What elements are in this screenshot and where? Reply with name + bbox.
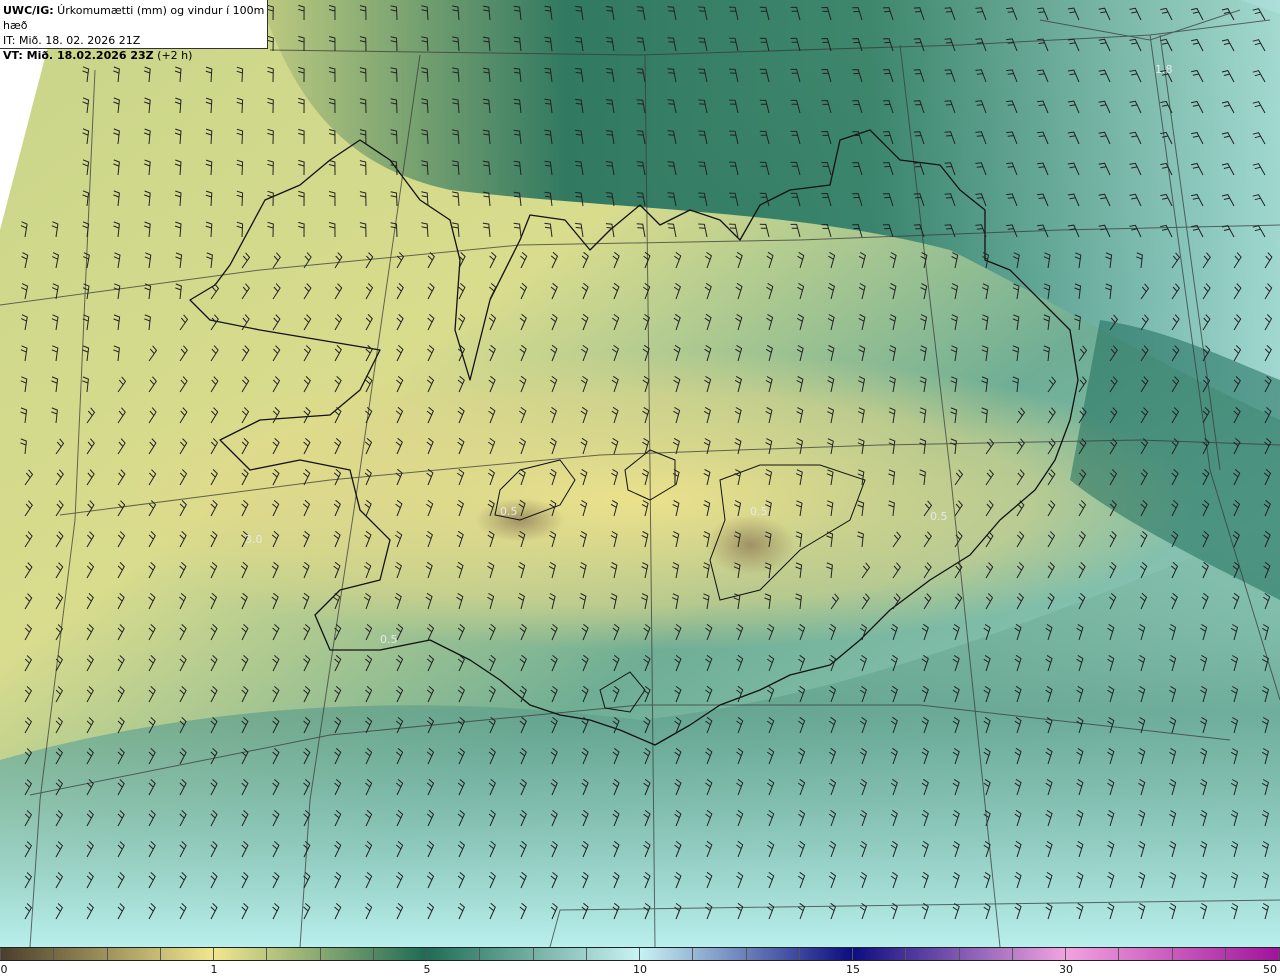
- colorbar-tick: [905, 948, 906, 960]
- colorbar-tick: [53, 948, 54, 960]
- colorbar-tick: [533, 948, 534, 960]
- value-label: 1.8: [1155, 63, 1173, 76]
- colorbar-label: 1: [210, 963, 218, 976]
- colorbar-tick: [479, 948, 480, 960]
- colorbar-tick: [160, 948, 161, 960]
- valid-offset: (+2 h): [153, 49, 193, 62]
- value-label: 0.5: [930, 510, 948, 523]
- precipitable-water-map: 3.0 0.5 0.5 0.5 0.5 1.8: [0, 0, 1280, 947]
- map-header: UWC/IG: Úrkomumætti (mm) og vindur í 100…: [0, 0, 268, 62]
- colorbar-tick: [1278, 948, 1279, 960]
- colorbar-label: 10: [633, 963, 647, 976]
- colorbar-tick: [692, 948, 693, 960]
- colorbar-tick: [799, 948, 800, 960]
- colorbar-tick: [266, 948, 267, 960]
- valid-time: Mið. 18.02.2026 23Z: [22, 49, 154, 62]
- colorbar-scale: [0, 947, 1280, 961]
- valid-time-line: VT: Mið. 18.02.2026 23Z (+2 h): [3, 48, 267, 63]
- colorbar-tick: [0, 948, 1, 960]
- colorbar-label: 5: [423, 963, 431, 976]
- colorbar-label: 0: [0, 963, 8, 976]
- value-label: 0.5: [380, 633, 398, 646]
- init-time-line: IT: Mið. 18. 02. 2026 21Z: [3, 33, 267, 48]
- valid-prefix: VT:: [3, 49, 23, 62]
- colorbar-tick: [1012, 948, 1013, 960]
- init-prefix: IT:: [3, 34, 16, 47]
- colorbar-tick: [320, 948, 321, 960]
- value-label: 0.5: [500, 505, 518, 518]
- colorbar-tick: [373, 948, 374, 960]
- colorbar-tick: [1172, 948, 1173, 960]
- colorbar-tick: [852, 948, 853, 960]
- colorbar-tick: [1065, 948, 1066, 960]
- colorbar-tick: [1118, 948, 1119, 960]
- colorbar-tick: [107, 948, 108, 960]
- colorbar-tick: [586, 948, 587, 960]
- title-line: UWC/IG: Úrkomumætti (mm) og vindur í 100…: [3, 3, 267, 33]
- colorbar-tick: [639, 948, 640, 960]
- value-label: 0.5: [750, 505, 768, 518]
- colorbar-label: 50: [1263, 963, 1277, 976]
- value-label: 3.0: [245, 533, 263, 546]
- colorbar-tick: [959, 948, 960, 960]
- colorbar-tick: [746, 948, 747, 960]
- colorbar-legend: 0 1 5 10 15 30 50: [0, 947, 1280, 978]
- init-time: Mið. 18. 02. 2026 21Z: [15, 34, 141, 47]
- model-domain: [0, 0, 1280, 947]
- colorbar-tick: [426, 948, 427, 960]
- colorbar-label: 15: [846, 963, 860, 976]
- colorbar-tick: [1225, 948, 1226, 960]
- product-code: UWC/IG:: [3, 4, 54, 17]
- colorbar-tick: [213, 948, 214, 960]
- colorbar-label: 30: [1059, 963, 1073, 976]
